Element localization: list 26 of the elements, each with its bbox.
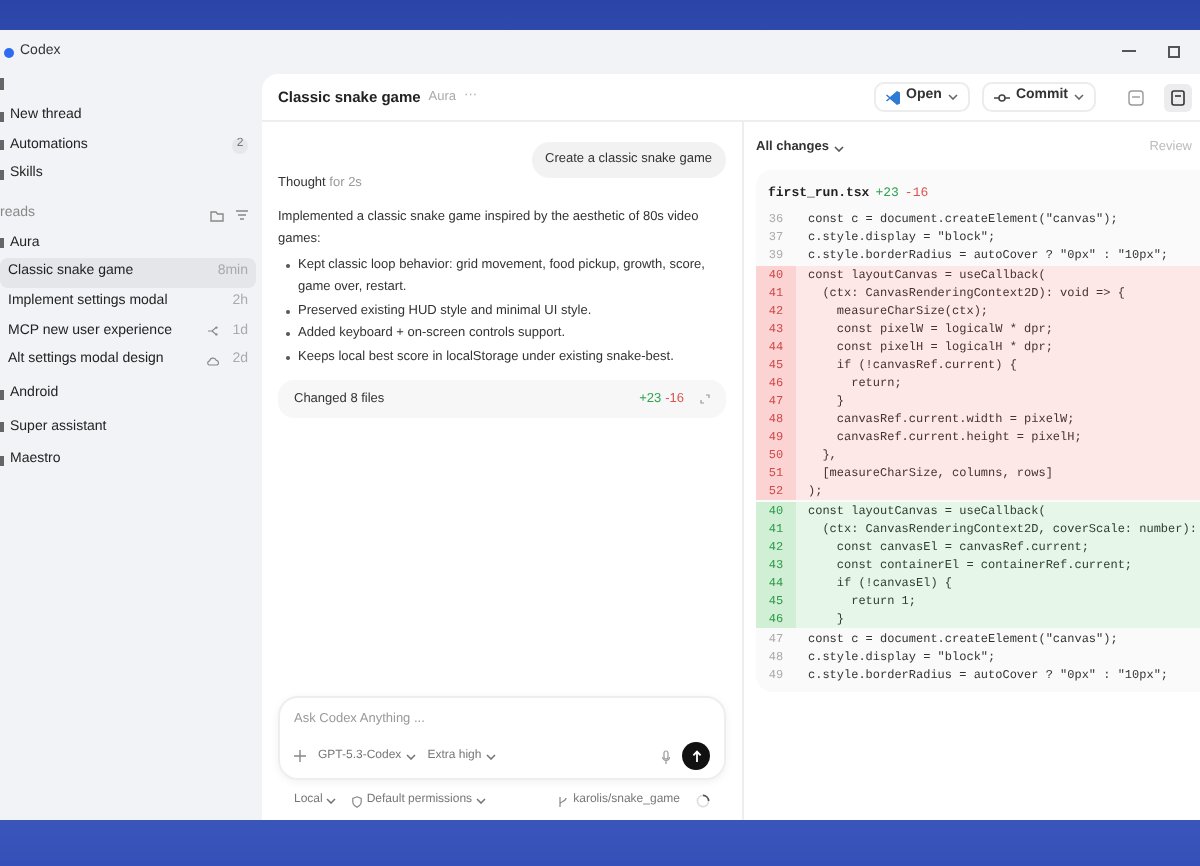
new-folder-icon[interactable] — [210, 209, 224, 221]
caret-icon — [834, 145, 845, 151]
microphone-icon[interactable] — [662, 749, 670, 763]
add-icon[interactable] — [294, 750, 306, 762]
arrow-up-icon — [691, 750, 701, 762]
caret-icon — [485, 753, 496, 759]
branch-icon — [557, 795, 568, 807]
maximize-icon[interactable] — [1168, 46, 1180, 58]
app-logo-icon — [4, 47, 14, 57]
shield-icon — [352, 795, 363, 807]
minimize-icon[interactable] — [1122, 50, 1136, 54]
caret-icon — [947, 94, 958, 100]
caret-icon — [1074, 94, 1084, 100]
send-button[interactable] — [682, 742, 710, 770]
editor-logo-icon — [886, 89, 901, 105]
diff-panel-icon[interactable] — [1164, 83, 1192, 111]
terminal-toggle-icon[interactable] — [1128, 89, 1144, 105]
branch-icon — [206, 326, 221, 337]
spinner-icon — [696, 794, 710, 808]
caret-icon — [476, 798, 487, 804]
filter-icon[interactable] — [236, 210, 248, 220]
commit-icon — [993, 91, 1010, 103]
expand-icon[interactable] — [700, 394, 710, 404]
cloud-icon — [206, 356, 221, 367]
caret-icon — [326, 798, 337, 804]
caret-icon — [405, 753, 416, 759]
